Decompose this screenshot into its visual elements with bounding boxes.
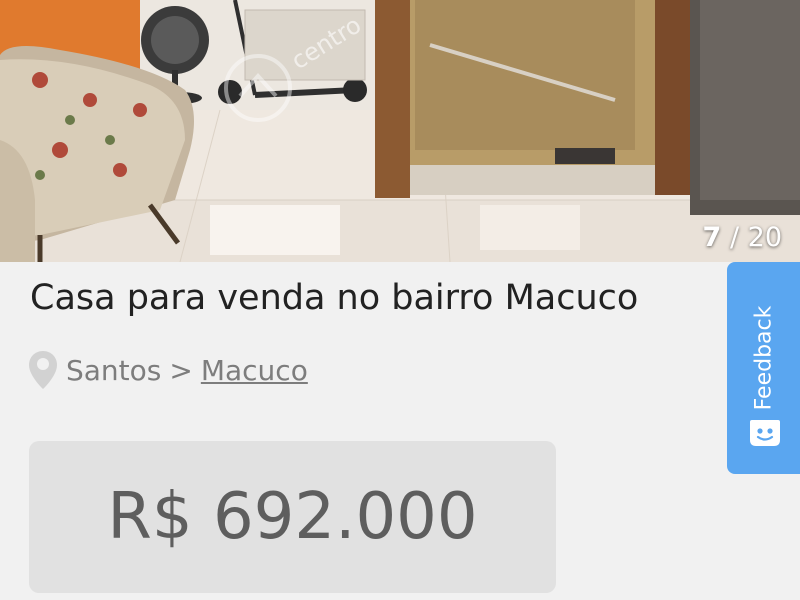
feedback-tab[interactable]: Feedback	[727, 262, 800, 474]
location-neighborhood-link[interactable]: Macuco	[201, 354, 308, 387]
listing-photo[interactable]: centro 7 / 20	[0, 0, 800, 262]
photo-counter: 7 / 20	[703, 222, 782, 253]
map-pin-icon	[29, 351, 57, 389]
location-city: Santos	[66, 353, 162, 387]
photo-total-count: 20	[747, 222, 782, 253]
listing-location: Santos > Macuco	[28, 350, 308, 390]
location-separator: >	[169, 353, 193, 387]
feedback-label: Feedback	[751, 305, 776, 411]
photo-image: centro	[0, 0, 800, 262]
listing-title: Casa para venda no bairro Macuco	[30, 278, 639, 318]
smiley-face-icon	[750, 420, 780, 446]
listing-price: R$ 692.000	[107, 480, 478, 554]
photo-current-index: 7	[702, 222, 722, 253]
price-box: R$ 692.000	[29, 441, 556, 593]
photo-counter-separator: /	[729, 222, 740, 253]
